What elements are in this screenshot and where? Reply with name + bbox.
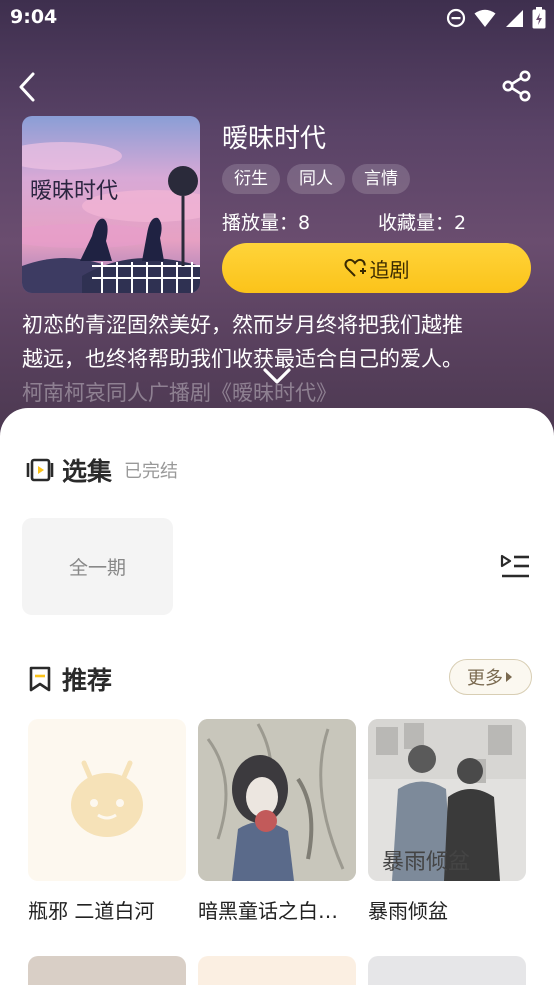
placeholder-mascot-icon: [71, 760, 143, 837]
follow-label: 追剧: [369, 257, 410, 282]
episode-list-icon[interactable]: [500, 552, 530, 582]
cover-title: 暧昧时代: [30, 179, 118, 204]
episode-section-title: 选集: [62, 457, 113, 486]
recommend-cover-art: [198, 719, 356, 881]
recommend-card-partial[interactable]: [368, 956, 526, 985]
status-icons: [446, 7, 546, 29]
more-button[interactable]: 更多: [449, 659, 532, 695]
episodes-icon: [26, 458, 54, 482]
recommend-card[interactable]: 瓶邪 二道白河: [28, 719, 186, 924]
drama-header: 9:04 暧昧时代 暧昧时代 衍生 同人 言情 播放量：8 收藏量：2 追剧 初…: [0, 0, 554, 440]
favorite-count: 收藏量：2: [378, 212, 467, 234]
expand-chevron-down-icon[interactable]: [262, 367, 292, 387]
battery-icon: [532, 7, 546, 29]
cover-artwork: 暧昧时代: [22, 116, 200, 293]
recommend-section-header: 推荐: [26, 661, 112, 697]
wifi-icon: [474, 9, 496, 27]
bookmark-icon: [29, 666, 51, 692]
drama-title: 暧昧时代: [222, 124, 327, 154]
drama-description: 初恋的青涩固然美好，然而岁月终将把我们越推 越远，也终将帮助我们收获最适合自己的…: [22, 308, 532, 410]
chevron-right-icon: [506, 672, 512, 682]
status-bar: 9:04: [0, 0, 554, 36]
back-icon[interactable]: [14, 70, 42, 104]
drama-cover: 暧昧时代: [22, 116, 200, 293]
episode-item[interactable]: 全一期: [22, 518, 173, 615]
recommend-card[interactable]: 暴雨倾盆 暴雨倾盆: [368, 719, 526, 924]
recommend-thumbnail: [198, 719, 356, 881]
tag-romance[interactable]: 言情: [352, 164, 410, 194]
recommend-name: 瓶邪 二道白河: [28, 899, 155, 923]
description-line: 初恋的青涩固然美好，然而岁月终将把我们越推: [22, 313, 463, 337]
tag-list: 衍生 同人 言情: [222, 164, 410, 194]
recommend-cover-art: 暴雨倾盆: [368, 719, 526, 881]
more-label: 更多: [467, 668, 503, 689]
episode-section-header: 选集 已完结: [26, 452, 178, 488]
recommend-thumbnail: [28, 719, 186, 881]
recommend-card[interactable]: 暗黑童话之白…: [198, 719, 356, 924]
heart-plus-icon: [344, 258, 366, 277]
tag-fanfic[interactable]: 同人: [287, 164, 345, 194]
follow-button[interactable]: 追剧: [222, 243, 531, 293]
episode-status: 已完结: [124, 461, 179, 482]
play-count: 播放量：8: [222, 212, 311, 234]
recommend-card-partial[interactable]: [198, 956, 356, 985]
dnd-icon: [446, 8, 466, 28]
recommend-section-title: 推荐: [62, 666, 113, 695]
recommend-name: 暗黑童话之白…: [198, 899, 338, 923]
recommend-thumbnail: 暴雨倾盆: [368, 719, 526, 881]
share-icon[interactable]: [502, 70, 532, 102]
recommend-card-partial[interactable]: [28, 956, 186, 985]
tag-derivative[interactable]: 衍生: [222, 164, 280, 194]
recommend-name: 暴雨倾盆: [368, 899, 448, 923]
recommend-cover-text: 暴雨倾盆: [382, 850, 470, 875]
signal-icon: [506, 10, 523, 27]
status-time: 9:04: [10, 6, 58, 28]
